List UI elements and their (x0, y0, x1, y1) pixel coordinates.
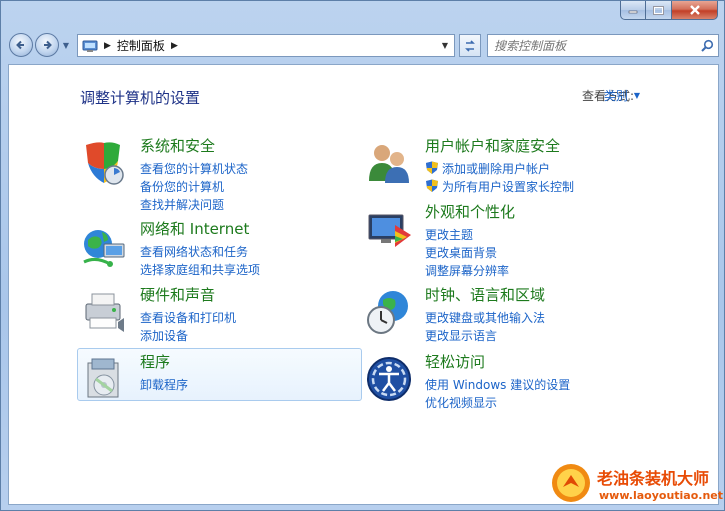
link-change-desktop-background[interactable]: 更改桌面背景 (425, 243, 509, 261)
back-arrow-icon (16, 40, 24, 50)
chevron-down-icon: ▼ (62, 40, 70, 50)
category-title[interactable]: 轻松访问 (425, 351, 485, 372)
watermark-brand: 老油条装机大师 (597, 469, 710, 488)
refresh-icon (465, 39, 475, 52)
link-view-computer-status[interactable]: 查看您的计算机状态 (140, 159, 248, 177)
window-frame: ▼ ▶ 控制面板 ▶ ▼ 调整计算机的设置 查看方式: 类别 ▼ (0, 0, 725, 511)
chevron-down-icon: ▼ (633, 91, 640, 100)
category-title[interactable]: 用户帐户和家庭安全 (425, 135, 560, 156)
search-input[interactable] (488, 35, 696, 56)
link-parental-controls[interactable]: 为所有用户设置家长控制 (425, 177, 574, 195)
link-change-theme[interactable]: 更改主题 (425, 225, 509, 243)
link-homegroup-sharing[interactable]: 选择家庭组和共享选项 (140, 260, 260, 278)
category-title[interactable]: 系统和安全 (140, 135, 215, 156)
watermark-logo (552, 464, 590, 502)
link-network-status[interactable]: 查看网络状态和任务 (140, 242, 260, 260)
link-adjust-resolution[interactable]: 调整屏幕分辨率 (425, 261, 509, 279)
link-optimize-video-display[interactable]: 优化视频显示 (425, 393, 570, 411)
search-icon[interactable] (696, 39, 718, 53)
link-add-remove-user[interactable]: 添加或删除用户帐户 (425, 159, 574, 177)
category-title[interactable]: 网络和 Internet (140, 218, 249, 239)
link-change-input-method[interactable]: 更改键盘或其他输入法 (425, 308, 545, 326)
maximize-icon (653, 5, 664, 15)
network-icon (83, 230, 125, 267)
appearance-icon (368, 214, 411, 247)
hardware-sound-icon (85, 293, 124, 332)
breadcrumb[interactable]: 控制面板 (117, 37, 165, 54)
control-panel-content: 调整计算机的设置 查看方式: 类别 ▼ 系统和安全 查看您的计算机状态 备份您的… (8, 64, 719, 505)
control-panel-small-icon (82, 40, 98, 52)
minimize-icon (628, 10, 638, 14)
maximize-button[interactable] (646, 1, 672, 20)
category-title[interactable]: 程序 (140, 351, 170, 372)
ease-of-access-icon (367, 357, 411, 401)
user-accounts-icon (369, 145, 409, 183)
caption-buttons (620, 1, 718, 21)
link-windows-recommended-settings[interactable]: 使用 Windows 建议的设置 (425, 375, 570, 393)
uac-shield-icon (426, 161, 438, 174)
forward-arrow-icon (44, 40, 52, 50)
back-button[interactable] (9, 33, 33, 57)
link-label[interactable]: 添加或删除用户帐户 (442, 160, 550, 177)
address-bar[interactable]: ▶ 控制面板 ▶ ▼ (77, 34, 455, 57)
link-troubleshoot[interactable]: 查找并解决问题 (140, 195, 248, 213)
view-by-dropdown[interactable]: 类别 ▼ (604, 87, 640, 104)
address-dropdown-icon[interactable]: ▼ (436, 35, 454, 56)
category-title[interactable]: 外观和个性化 (425, 201, 515, 222)
refresh-button[interactable] (459, 34, 481, 57)
recent-pages-dropdown[interactable]: ▼ (60, 39, 72, 51)
watermark-url: www.laoyoutiao.net (599, 489, 724, 502)
link-change-display-language[interactable]: 更改显示语言 (425, 326, 545, 344)
link-add-device[interactable]: 添加设备 (140, 326, 236, 344)
breadcrumb-separator-icon: ▶ (104, 40, 111, 51)
forward-button[interactable] (35, 33, 59, 57)
link-label[interactable]: 为所有用户设置家长控制 (442, 178, 574, 195)
link-backup-computer[interactable]: 备份您的计算机 (140, 177, 248, 195)
page-title: 调整计算机的设置 (80, 89, 201, 107)
uac-shield-icon (426, 179, 438, 192)
category-title[interactable]: 硬件和声音 (140, 284, 215, 305)
system-security-icon (86, 142, 124, 185)
close-button[interactable] (672, 1, 718, 20)
breadcrumb-expand-icon[interactable]: ▶ (171, 41, 178, 51)
programs-icon (87, 358, 119, 398)
navigation-bar: ▼ ▶ 控制面板 ▶ ▼ (9, 31, 719, 59)
link-devices-printers[interactable]: 查看设备和打印机 (140, 308, 236, 326)
view-by-value[interactable]: 类别 (604, 87, 628, 104)
search-box (487, 34, 719, 57)
minimize-button[interactable] (620, 1, 646, 20)
clock-language-icon (367, 291, 408, 334)
link-uninstall-program[interactable]: 卸载程序 (140, 375, 188, 393)
category-title[interactable]: 时钟、语言和区域 (425, 284, 545, 305)
close-icon (689, 5, 700, 15)
watermark: 老油条装机大师 www.laoyoutiao.net (549, 459, 725, 511)
